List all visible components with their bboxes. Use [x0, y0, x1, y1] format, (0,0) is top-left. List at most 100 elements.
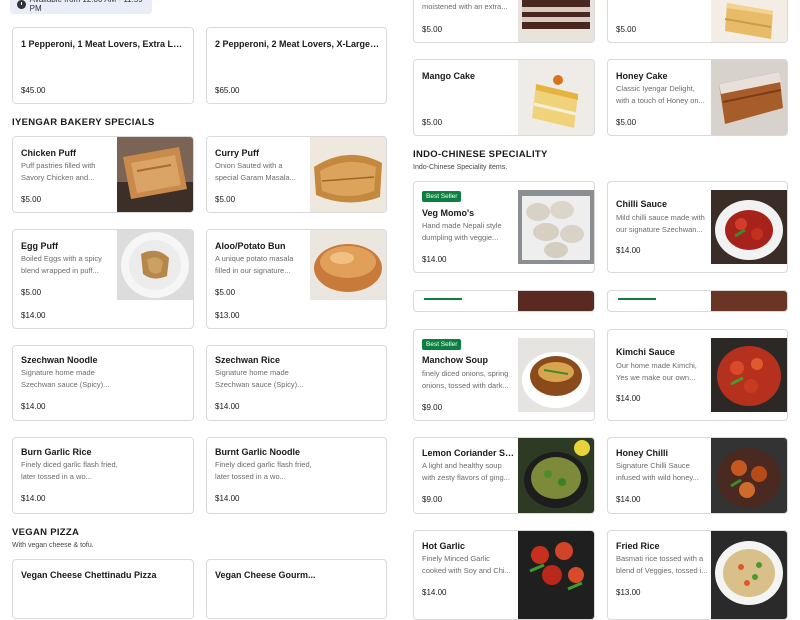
- item-title: Curry Puff: [215, 148, 260, 158]
- menu-item-card[interactable]: Hot Garlic Finely Minced Garlic cooked w…: [413, 530, 595, 620]
- menu-item-card[interactable]: Szechwan Rice Signature home made Szechw…: [206, 345, 387, 421]
- item-description: Finely diced garlic flash fried, later t…: [21, 460, 118, 481]
- availability-pill: Available from 12:00 AM - 11:59 PM: [10, 0, 152, 14]
- hot-garlic-image: [518, 531, 594, 619]
- item-price: $14.00: [422, 588, 447, 597]
- menu-item-card[interactable]: [413, 290, 595, 312]
- honey-cake-image: [711, 60, 787, 135]
- menu-item-card[interactable]: Honey Chilli Signature Chilli Sauce infu…: [607, 437, 788, 514]
- menu-item-card[interactable]: Fried Rice Basmati rice tossed with a bl…: [607, 530, 788, 620]
- item-price: $14.00: [21, 494, 46, 503]
- item-title: Burnt Garlic Noodle: [215, 447, 301, 457]
- item-description: Signature Chilli Sauce infused with wild…: [616, 461, 699, 482]
- menu-item-card[interactable]: Best Seller Manchow Soup finely diced on…: [413, 329, 595, 421]
- dish-image: [711, 291, 787, 311]
- egg-puff-image: [117, 230, 193, 300]
- item-title: Chilli Sauce: [616, 199, 668, 209]
- item-title: Kimchi Sauce: [616, 347, 676, 357]
- kimchi-sauce-image: [711, 338, 787, 412]
- best-seller-badge: [424, 298, 462, 300]
- menu-item-card[interactable]: Honey Cake Classic Iyengar Delight, with…: [607, 59, 788, 136]
- best-seller-badge: [618, 298, 656, 300]
- item-price: $9.00: [422, 495, 443, 504]
- honey-chilli-image: [711, 438, 787, 513]
- momos-image: [518, 190, 594, 264]
- section-heading-indo-chinese: INDO-CHINESE SPECIALITY: [413, 149, 548, 160]
- menu-item-card[interactable]: Burn Garlic Rice Finely diced garlic fla…: [12, 437, 194, 514]
- item-price: $14.00: [616, 495, 641, 504]
- item-price: $5.00: [422, 118, 443, 127]
- item-title: Aloo/Potato Bun: [215, 241, 286, 251]
- menu-item-card[interactable]: Lemon Coriander Soup A light and healthy…: [413, 437, 595, 514]
- dish-image: [518, 291, 594, 311]
- item-description: Classic Iyengar Delight, with a touch of…: [616, 84, 705, 105]
- item-price: $14.00: [616, 394, 641, 403]
- cake-image: [711, 0, 787, 42]
- menu-item-card[interactable]: Curry Puff Onion Sauted with a special G…: [206, 136, 387, 213]
- item-description: Signature home made Szechwan sauce (Spic…: [215, 368, 304, 389]
- item-price: $13.00: [215, 311, 240, 320]
- item-price: $14.00: [215, 402, 240, 411]
- item-description: Finely Minced Garlic cooked with Soy and…: [422, 554, 511, 575]
- menu-item-card[interactable]: Burnt Garlic Noodle Finely diced garlic …: [206, 437, 387, 514]
- menu-item-card[interactable]: Szechwan Noodle Signature home made Szec…: [12, 345, 194, 421]
- menu-item-card[interactable]: Vegan Cheese Chettinadu Pizza: [12, 559, 194, 619]
- section-subtitle-indo-chinese: Indo-Chinese Speciality items.: [413, 164, 508, 171]
- chilli-sauce-image: [711, 190, 787, 264]
- menu-item-card[interactable]: Aloo/Potato Bun A unique potato masala f…: [206, 229, 387, 329]
- item-title: Mango Cake: [422, 71, 476, 81]
- section-heading-vegan: VEGAN PIZZA: [12, 527, 80, 538]
- item-price: $14.00: [616, 246, 641, 255]
- item-price: $14.00: [21, 402, 46, 411]
- fried-rice-image: [711, 531, 787, 619]
- item-title: 2 Pepperoni, 2 Meat Lovers, X-Large Pizz…: [215, 39, 381, 49]
- item-description: Onion Sauted with a special Garam Masala…: [215, 161, 296, 182]
- item-price: $5.00: [21, 288, 42, 297]
- item-description: Our home made Kimchi, Yes we make our ow…: [616, 361, 697, 382]
- menu-item-card[interactable]: Chicken Puff Puff pastries filled with S…: [12, 136, 194, 213]
- menu-item-card[interactable]: Vegan Cheese Gourm...: [206, 559, 387, 619]
- item-title: Vegan Cheese Gourm...: [215, 570, 316, 580]
- item-price: $9.00: [422, 403, 443, 412]
- item-price: $5.00: [422, 25, 443, 34]
- item-title: Lemon Coriander Soup: [422, 448, 517, 458]
- item-price: $5.00: [616, 25, 637, 34]
- item-description: Boiled Eggs with a spicy blend wrapped i…: [21, 254, 102, 275]
- item-title: Egg Puff: [21, 241, 58, 251]
- item-price: $14.00: [422, 255, 447, 264]
- cake-image: [518, 0, 594, 42]
- item-title: Burn Garlic Rice: [21, 447, 92, 457]
- item-price: $45.00: [21, 86, 46, 95]
- item-price: $65.00: [215, 86, 240, 95]
- item-price: $14.00: [215, 494, 240, 503]
- item-price: $14.00: [21, 311, 46, 320]
- item-title: Fried Rice: [616, 541, 660, 551]
- menu-item-card[interactable]: Best Seller Veg Momo's Hand made Nepali …: [413, 181, 595, 273]
- item-description: Basmati rice tossed with a blend of Vegg…: [616, 554, 708, 575]
- menu-item-card[interactable]: 2 Pepperoni, 2 Meat Lovers, X-Large Pizz…: [206, 27, 387, 104]
- clock-icon: [17, 0, 26, 9]
- item-description: Signature home made Szechwan sauce (Spic…: [21, 368, 110, 389]
- chicken-puff-image: [117, 137, 193, 212]
- menu-item-card[interactable]: $5.00: [607, 0, 788, 43]
- menu-item-card[interactable]: [607, 290, 788, 312]
- item-title: Manchow Soup: [422, 355, 488, 365]
- item-description: A unique potato masala filled in our sig…: [215, 254, 294, 275]
- item-title: Szechwan Rice: [215, 355, 281, 365]
- menu-item-card[interactable]: 1 Pepperoni, 1 Meat Lovers, Extra Large.…: [12, 27, 194, 104]
- menu-item-card[interactable]: Egg Puff Boiled Eggs with a spicy blend …: [12, 229, 194, 329]
- item-title: Chicken Puff: [21, 148, 77, 158]
- menu-item-card[interactable]: moistened with an extra... $5.00: [413, 0, 595, 43]
- potato-bun-image: [310, 230, 386, 300]
- menu-item-card[interactable]: Chilli Sauce Mild chilli sauce made with…: [607, 181, 788, 273]
- item-title: 1 Pepperoni, 1 Meat Lovers, Extra Large.…: [21, 39, 187, 49]
- menu-item-card[interactable]: Kimchi Sauce Our home made Kimchi, Yes w…: [607, 329, 788, 421]
- item-description: A light and healthy soup with zesty flav…: [422, 461, 510, 482]
- item-title: Honey Cake: [616, 71, 668, 81]
- menu-item-card[interactable]: Mango Cake $5.00: [413, 59, 595, 136]
- item-description: Hand made Nepali style dumpling with veg…: [422, 221, 502, 242]
- item-description: Finely diced garlic flash fried, later t…: [215, 460, 312, 481]
- item-price: $5.00: [616, 118, 637, 127]
- item-title: Hot Garlic: [422, 541, 466, 551]
- manchow-soup-image: [518, 338, 594, 412]
